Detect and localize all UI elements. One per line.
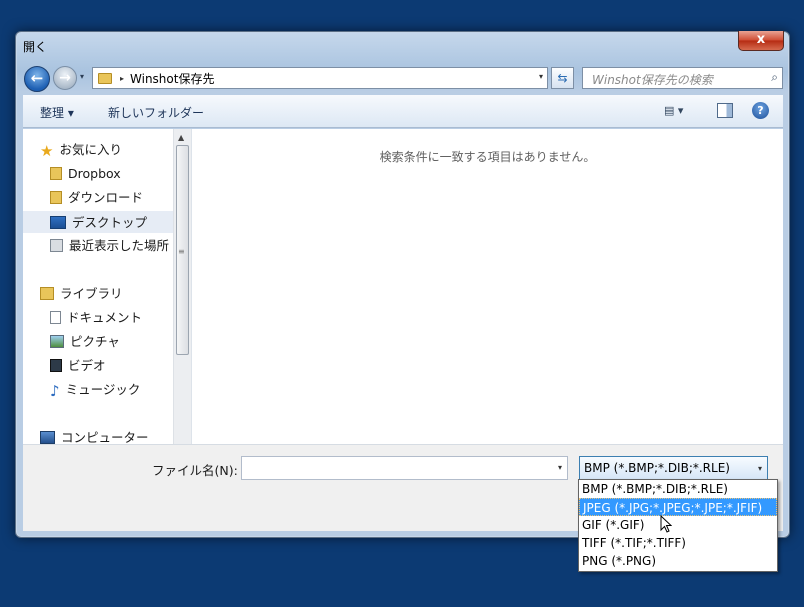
help-icon[interactable]: ? [752,102,769,119]
picture-icon [50,335,64,348]
scroll-up-icon[interactable]: ▲ [178,133,184,142]
history-dropdown-icon[interactable]: ▾ [80,72,84,81]
organize-button[interactable]: 整理 ▾ [40,104,74,121]
forward-button[interactable]: → [53,66,77,90]
sidebar-item-videos[interactable]: ビデオ [50,355,106,377]
sidebar-item-pictures[interactable]: ピクチャ [50,331,120,353]
close-button[interactable]: x [738,31,784,51]
address-dropdown-icon[interactable]: ▾ [539,72,543,81]
computer-icon [40,431,55,444]
breadcrumb-current-folder[interactable]: Winshot保存先 [130,70,214,87]
filetype-option-jpeg[interactable]: JPEG (*.JPG;*.JPEG;*.JPE;*.JFIF) [579,498,777,516]
filetype-option-gif[interactable]: GIF (*.GIF) [579,516,777,534]
search-icon[interactable]: ⌕ [771,70,778,85]
navigation-pane: ★ お気に入り Dropbox ダウンロード デスクトップ 最近表示した場所 ライ… [23,129,173,474]
filetype-select[interactable]: BMP (*.BMP;*.DIB;*.RLE) ▾ [579,456,768,480]
search-placeholder: Winshot保存先の検索 [592,73,713,87]
filetype-selected-value: BMP (*.BMP;*.DIB;*.RLE) [584,461,730,475]
filetype-option-tiff[interactable]: TIFF (*.TIF;*.TIFF) [579,534,777,552]
address-bar[interactable]: ▸ Winshot保存先 ▾ [92,67,548,89]
sidebar-item-documents[interactable]: ドキュメント [50,307,142,329]
filetype-option-bmp[interactable]: BMP (*.BMP;*.DIB;*.RLE) [579,480,777,498]
filename-dropdown-icon[interactable]: ▾ [558,463,562,472]
music-icon: ♪ [50,382,60,400]
sidebar-item-downloads[interactable]: ダウンロード [50,187,143,209]
new-folder-button[interactable]: 新しいフォルダー [108,104,204,121]
filetype-option-png[interactable]: PNG (*.PNG) [579,552,777,570]
empty-message: 検索条件に一致する項目はありません。 [379,150,596,164]
sidebar-item-favorites[interactable]: ★ お気に入り [40,139,122,161]
breadcrumb-separator-icon[interactable]: ▸ [120,74,124,83]
recent-places-icon [50,239,63,252]
filetype-dropdown-icon[interactable]: ▾ [758,464,762,473]
sidebar-item-recent-places[interactable]: 最近表示した場所 [50,235,169,257]
open-file-dialog: 開く x ← → ▾ ▸ Winshot保存先 ▾ ⇆ Winshot保存先の検… [15,31,790,538]
back-button[interactable]: ← [24,66,50,92]
scrollbar-grip-icon: ≡ [178,247,185,256]
sidebar-item-music[interactable]: ♪ ミュージック [50,379,140,401]
star-icon: ★ [40,142,54,160]
refresh-button[interactable]: ⇆ [551,67,574,89]
search-input[interactable]: Winshot保存先の検索 ⌕ [582,67,783,89]
file-list-area[interactable]: 検索条件に一致する項目はありません。 [191,129,783,474]
filename-input[interactable]: ▾ [241,456,568,480]
filename-label: ファイル名(N): [152,463,238,478]
sidebar-item-libraries[interactable]: ライブラリ [40,283,123,305]
navigation-scrollbar[interactable]: ▲ ≡ ▼ [173,129,191,474]
folder-icon [50,167,62,180]
window-title: 開く [23,40,48,54]
sidebar-item-desktop[interactable]: デスクトップ [23,211,173,233]
filetype-dropdown-list: BMP (*.BMP;*.DIB;*.RLE) JPEG (*.JPG;*.JP… [578,479,778,572]
mouse-cursor-icon [660,515,672,533]
sidebar-item-dropbox[interactable]: Dropbox [50,163,121,185]
video-icon [50,359,62,372]
download-folder-icon [50,191,62,204]
desktop-icon [50,216,66,229]
folder-icon [98,72,112,84]
library-icon [40,287,54,300]
preview-pane-icon[interactable] [717,103,733,118]
document-icon [50,311,61,324]
change-view-button[interactable]: ▤ ▾ [664,104,698,117]
command-toolbar: 整理 ▾ 新しいフォルダー ▤ ▾ ? [23,95,783,128]
